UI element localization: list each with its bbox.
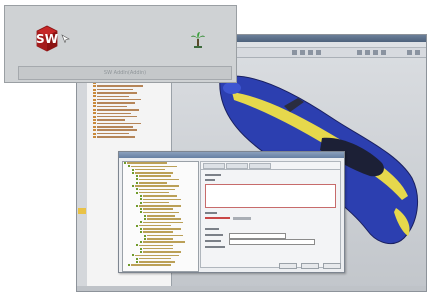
dialog-tabs <box>201 162 340 170</box>
cad-statusbar <box>77 286 426 291</box>
field-label <box>205 240 221 242</box>
nose-accent <box>223 82 241 94</box>
dialog-titlebar[interactable] <box>119 152 344 158</box>
addin-panel-body: SW <box>5 6 236 63</box>
logo-text: SW <box>36 32 58 46</box>
dialog-tree[interactable] <box>122 161 199 272</box>
ok-button[interactable] <box>279 263 297 269</box>
addin-status-field: SW AddIn(Addin) <box>18 66 232 80</box>
toolbar-button[interactable] <box>357 50 362 55</box>
toolbar-button[interactable] <box>365 50 370 55</box>
dialog-tab[interactable] <box>249 163 271 169</box>
dialog-button-bar <box>200 262 341 269</box>
solidworks-logo[interactable]: SW <box>34 24 60 52</box>
field-label <box>205 228 219 230</box>
cancel-button[interactable] <box>301 263 319 269</box>
description-textbox[interactable] <box>205 184 336 208</box>
addin-panel: SW SW AddIn(Addin) <box>4 5 237 83</box>
dialog-properties-panel <box>200 161 341 268</box>
dialog-tab[interactable] <box>203 163 225 169</box>
toolbar-button[interactable] <box>407 50 412 55</box>
tree-node[interactable] <box>87 135 171 139</box>
toolbar-button[interactable] <box>300 50 305 55</box>
mouse-pointer-icon <box>61 34 70 43</box>
field-label <box>205 212 217 214</box>
sidebar-tab[interactable] <box>78 208 86 214</box>
field-label <box>205 246 225 248</box>
dialog-tree-row[interactable] <box>123 264 198 267</box>
toolbar-button[interactable] <box>373 50 378 55</box>
field-label <box>205 174 221 176</box>
property-field[interactable] <box>229 239 315 245</box>
toolbar-button[interactable] <box>381 50 386 55</box>
help-button[interactable] <box>323 263 341 269</box>
field-label <box>205 179 215 181</box>
value-chip[interactable] <box>233 217 251 220</box>
field-label <box>205 234 223 236</box>
highlight-marker <box>205 217 230 219</box>
toolbar-button[interactable] <box>316 50 321 55</box>
properties-dialog <box>118 151 345 273</box>
toolbar-button[interactable] <box>308 50 313 55</box>
palm-tree-icon[interactable] <box>190 31 206 49</box>
toolbar-button[interactable] <box>292 50 297 55</box>
dialog-tab[interactable] <box>226 163 248 169</box>
toolbar-button[interactable] <box>415 50 420 55</box>
